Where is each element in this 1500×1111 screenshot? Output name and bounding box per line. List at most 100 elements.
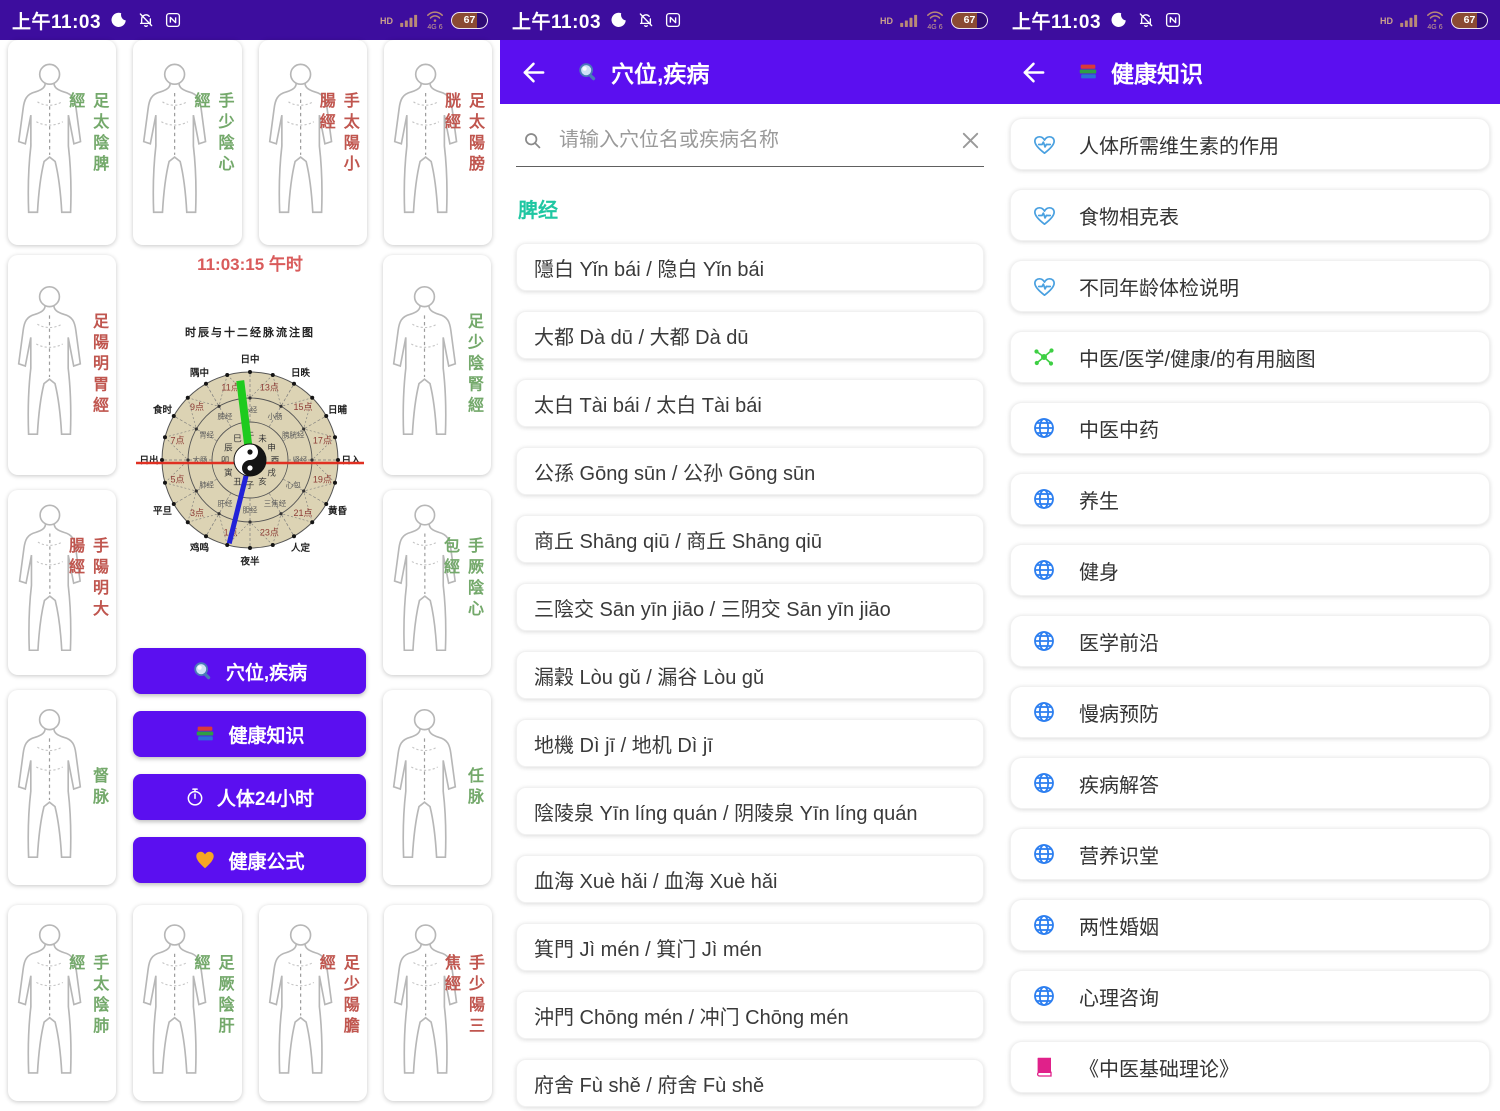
meridian-card-label: 足太陽膀胱經 <box>438 91 486 194</box>
meridian-card[interactable]: 足少陽膽經 <box>259 905 367 1101</box>
status-time: 上午11:03 <box>1012 7 1101 34</box>
section-header-spleen-meridian: 脾经 <box>518 194 982 223</box>
svg-text:丑: 丑 <box>233 477 242 487</box>
knowledge-list-item[interactable]: 中医中药 <box>1010 402 1490 454</box>
meridian-card[interactable]: 手太陰肺經 <box>8 905 116 1101</box>
meridian-flow-clock: 时辰与十二经脉流注图日中日昳日晡日入黄昏人定夜半鸡鸣平旦日出食时隅中13点15点… <box>130 318 370 574</box>
acupoint-list-item[interactable]: 公孫 Gōng sūn / 公孙 Gōng sūn <box>516 447 984 495</box>
knowledge-list-item[interactable]: 人体所需维生素的作用 <box>1010 118 1490 170</box>
svg-text:膀胱经: 膀胱经 <box>282 430 305 440</box>
nav-button[interactable]: 健康知识 <box>133 711 366 757</box>
meridian-card[interactable]: 手陽明大腸經 <box>8 490 116 675</box>
knowledge-list-item[interactable]: 健身 <box>1010 544 1490 596</box>
topic-icon <box>1031 132 1057 157</box>
search-input[interactable] <box>557 128 945 153</box>
knowledge-list-item[interactable]: 中医/医学/健康/的有用脑图 <box>1010 331 1490 383</box>
meridian-card-label: 手太陽小腸經 <box>313 91 361 194</box>
svg-text:日晡: 日晡 <box>328 404 348 416</box>
knowledge-list-item[interactable]: 养生 <box>1010 473 1490 525</box>
acupoint-label: 隱白 Yǐn bái / 隐白 Yǐn bái <box>534 253 764 282</box>
nav-button[interactable]: 人体24小时 <box>133 774 366 820</box>
topic-label: 两性婚姻 <box>1079 911 1159 940</box>
meridian-card[interactable]: 手少陰心經 <box>133 40 241 245</box>
svg-text:肝经: 肝经 <box>218 498 233 508</box>
meridian-card[interactable]: 任脉 <box>383 690 491 885</box>
nav-button-label: 健康知识 <box>228 721 304 748</box>
meridian-card-label: 任脉 <box>461 767 485 809</box>
nav-button-label: 健康公式 <box>228 847 304 874</box>
topic-label: 营养识堂 <box>1079 840 1159 869</box>
acupoint-list-item[interactable]: 漏穀 Lòu gǔ / 漏谷 Lòu gǔ <box>516 651 984 699</box>
bell-muted-icon <box>637 11 655 29</box>
meridian-card[interactable]: 足少陰腎經 <box>383 255 491 475</box>
meridian-card[interactable]: 足太陽膀胱經 <box>384 40 492 245</box>
signal-bars-icon <box>1400 14 1419 27</box>
knowledge-list-item[interactable]: 心理咨询 <box>1010 970 1490 1022</box>
meridian-card[interactable]: 足太陰脾經 <box>8 40 116 245</box>
svg-text:5点: 5点 <box>171 474 185 484</box>
meridian-card-row-top: 足太陰脾經 手少陰心經 手太陽小腸經 足太陽膀胱經 <box>8 40 492 245</box>
acupoint-label: 血海 Xuè hǎi / 血海 Xuè hǎi <box>534 865 777 894</box>
svg-text:戌: 戌 <box>267 468 276 478</box>
acupoint-list-item[interactable]: 血海 Xuè hǎi / 血海 Xuè hǎi <box>516 855 984 903</box>
topic-icon <box>1031 771 1057 795</box>
meridian-card-label: 足少陽膽經 <box>313 954 361 1052</box>
knowledge-list-item[interactable]: 营养识堂 <box>1010 828 1490 880</box>
search-bar <box>516 128 984 167</box>
meridian-card[interactable]: 足陽明胃經 <box>8 255 116 475</box>
screen-health-knowledge: 上午11:03 HD 4G 6 67 健康知识 <box>1000 0 1500 1111</box>
meridian-clock-diagram: 时辰与十二经脉流注图日中日昳日晡日入黄昏人定夜半鸡鸣平旦日出食时隅中13点15点… <box>130 318 370 574</box>
acupoint-list-item[interactable]: 府舍 Fù shě / 府舍 Fù shě <box>516 1059 984 1107</box>
acupoint-list-item[interactable]: 陰陵泉 Yīn líng quán / 阴陵泉 Yīn líng quán <box>516 787 984 835</box>
acupoint-list-item[interactable]: 沖門 Chōng mén / 冲门 Chōng mén <box>516 991 984 1039</box>
knowledge-list-item[interactable]: 《中医基础理论》 <box>1010 1041 1490 1093</box>
knowledge-list-item[interactable]: 食物相克表 <box>1010 189 1490 241</box>
nfc-icon <box>664 11 682 29</box>
battery-icon: 67 <box>951 12 988 29</box>
acupoint-list-item[interactable]: 隱白 Yǐn bái / 隐白 Yǐn bái <box>516 243 984 291</box>
page-title: 健康知识 <box>1077 55 1203 89</box>
acupoint-list-item[interactable]: 商丘 Shāng qiū / 商丘 Shāng qiū <box>516 515 984 563</box>
status-bar: 上午11:03 HD 4G 6 67 <box>1000 0 1500 40</box>
meridian-card[interactable]: 督脉 <box>8 690 116 885</box>
knowledge-list-item[interactable]: 不同年龄体检说明 <box>1010 260 1490 312</box>
back-arrow-icon[interactable] <box>1020 59 1047 86</box>
nav-button[interactable]: 健康公式 <box>133 837 366 883</box>
acupoint-list: 隱白 Yǐn bái / 隐白 Yǐn bái 大都 Dà dū / 大都 Dà… <box>516 243 984 1107</box>
screen-dashboard: 上午11:03 HD 4G 6 67 足太陰脾經 手少陰心經 <box>0 0 500 1111</box>
meridian-card-label: 手少陰心經 <box>188 91 236 194</box>
acupoint-list-item[interactable]: 箕門 Jì mén / 箕门 Jì mén <box>516 923 984 971</box>
svg-text:19点: 19点 <box>313 474 332 484</box>
body-figure-icon <box>386 698 463 877</box>
svg-text:平旦: 平旦 <box>153 506 173 517</box>
meridian-card[interactable]: 手厥陰心包經 <box>383 490 491 675</box>
topic-icon <box>1031 274 1057 299</box>
back-arrow-icon[interactable] <box>520 59 547 86</box>
wifi-sub-label: 4G 6 <box>427 24 442 31</box>
acupoint-list-item[interactable]: 地機 Dì jī / 地机 Dì jī <box>516 719 984 767</box>
knowledge-list-item[interactable]: 慢病预防 <box>1010 686 1490 738</box>
nav-button[interactable]: 穴位,疾病 <box>133 648 366 694</box>
knowledge-list-item[interactable]: 疾病解答 <box>1010 757 1490 809</box>
svg-text:肺经: 肺经 <box>199 480 214 490</box>
acupoint-label: 大都 Dà dū / 大都 Dà dū <box>534 321 749 350</box>
clear-search-icon[interactable] <box>959 129 982 152</box>
nav-button-icon <box>194 723 216 745</box>
knowledge-list-item[interactable]: 两性婚姻 <box>1010 899 1490 951</box>
hd-label: HD <box>380 16 393 26</box>
acupoint-list-item[interactable]: 三陰交 Sān yīn jiāo / 三阴交 Sān yīn jiāo <box>516 583 984 631</box>
svg-text:胃经: 胃经 <box>199 430 214 440</box>
meridian-card[interactable]: 手太陽小腸經 <box>259 40 367 245</box>
acupoint-list-item[interactable]: 太白 Tài bái / 太白 Tài bái <box>516 379 984 427</box>
svg-text:巳: 巳 <box>233 433 242 443</box>
acupoint-label: 商丘 Shāng qiū / 商丘 Shāng qiū <box>534 525 822 554</box>
knowledge-list-item[interactable]: 医学前沿 <box>1010 615 1490 667</box>
meridian-card-label: 足少陰腎經 <box>461 313 485 418</box>
topic-icon <box>1031 984 1057 1008</box>
acupoint-list-item[interactable]: 大都 Dà dū / 大都 Dà dū <box>516 311 984 359</box>
meridian-card[interactable]: 足厥陰肝經 <box>133 905 241 1101</box>
nav-button-icon <box>192 660 214 682</box>
meridian-card[interactable]: 手少陽三焦經 <box>384 905 492 1101</box>
svg-text:日出: 日出 <box>139 455 158 467</box>
wifi-icon: 4G 6 <box>926 10 944 31</box>
